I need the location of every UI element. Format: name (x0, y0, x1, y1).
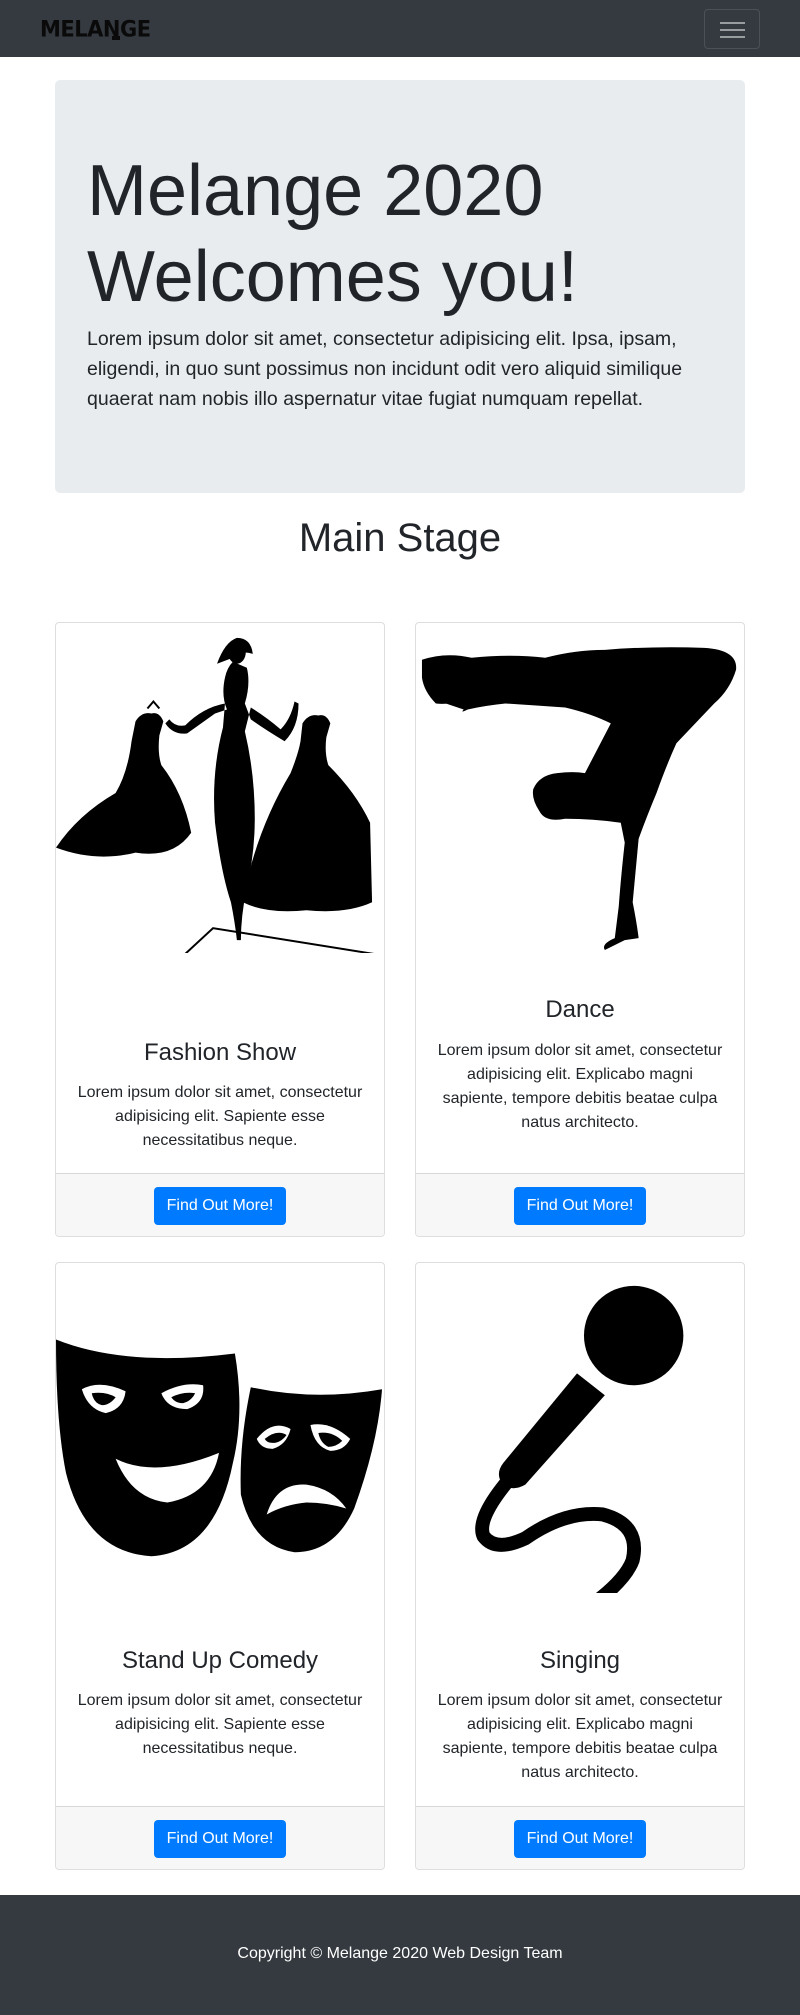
find-out-more-button[interactable]: Find Out More! (154, 1187, 286, 1225)
card-text: Lorem ipsum dolor sit amet, consectetur … (437, 1042, 723, 1131)
hero-title: Melange 2020 Welcomes you! (87, 151, 578, 317)
card-footer: Find Out More! (56, 1173, 384, 1236)
event-card-dance: Dance Lorem ipsum dolor sit amet, consec… (415, 622, 745, 1237)
site-footer: Copyright © Melange 2020 Web Design Team (0, 1895, 800, 2015)
card-text: Lorem ipsum dolor sit amet, consectetur … (77, 1692, 363, 1757)
find-out-more-button[interactable]: Find Out More! (514, 1187, 646, 1225)
card-text: Lorem ipsum dolor sit amet, consectetur … (437, 1692, 723, 1781)
hero-jumbotron: Melange 2020 Welcomes you! Lorem ipsum d… (55, 80, 745, 493)
theater-masks-icon (56, 1263, 384, 1593)
find-out-more-button[interactable]: Find Out More! (514, 1820, 646, 1858)
fashion-silhouette-icon (56, 623, 384, 953)
card-footer: Find Out More! (56, 1806, 384, 1869)
brand-logo[interactable]: MELANGE (40, 16, 151, 41)
breakdancer-icon (416, 623, 744, 953)
brand-logo-mark (112, 36, 120, 40)
event-card-stand-up-comedy: Stand Up Comedy Lorem ipsum dolor sit am… (55, 1262, 385, 1870)
card-text: Lorem ipsum dolor sit amet, consectetur … (77, 1084, 363, 1149)
hero-lead-text: Lorem ipsum dolor sit amet, consectetur … (87, 328, 683, 410)
card-title: Stand Up Comedy (121, 1647, 319, 1674)
card-title: Dance (545, 996, 615, 1023)
event-card-singing: Singing Lorem ipsum dolor sit amet, cons… (415, 1262, 745, 1870)
card-title: Fashion Show (143, 1039, 297, 1066)
card-footer: Find Out More! (416, 1806, 744, 1869)
navbar: MELANGE (0, 0, 800, 57)
section-title: Main Stage (298, 516, 502, 560)
event-card-fashion-show: Fashion Show Lorem ipsum dolor sit amet,… (55, 622, 385, 1237)
card-title: Singing (539, 1647, 621, 1674)
copyright-text: Copyright © Melange 2020 Web Design Team (237, 1945, 563, 1962)
navbar-toggle-button[interactable] (704, 9, 760, 49)
card-footer: Find Out More! (416, 1173, 744, 1236)
find-out-more-button[interactable]: Find Out More! (154, 1820, 286, 1858)
microphone-icon (416, 1263, 744, 1593)
